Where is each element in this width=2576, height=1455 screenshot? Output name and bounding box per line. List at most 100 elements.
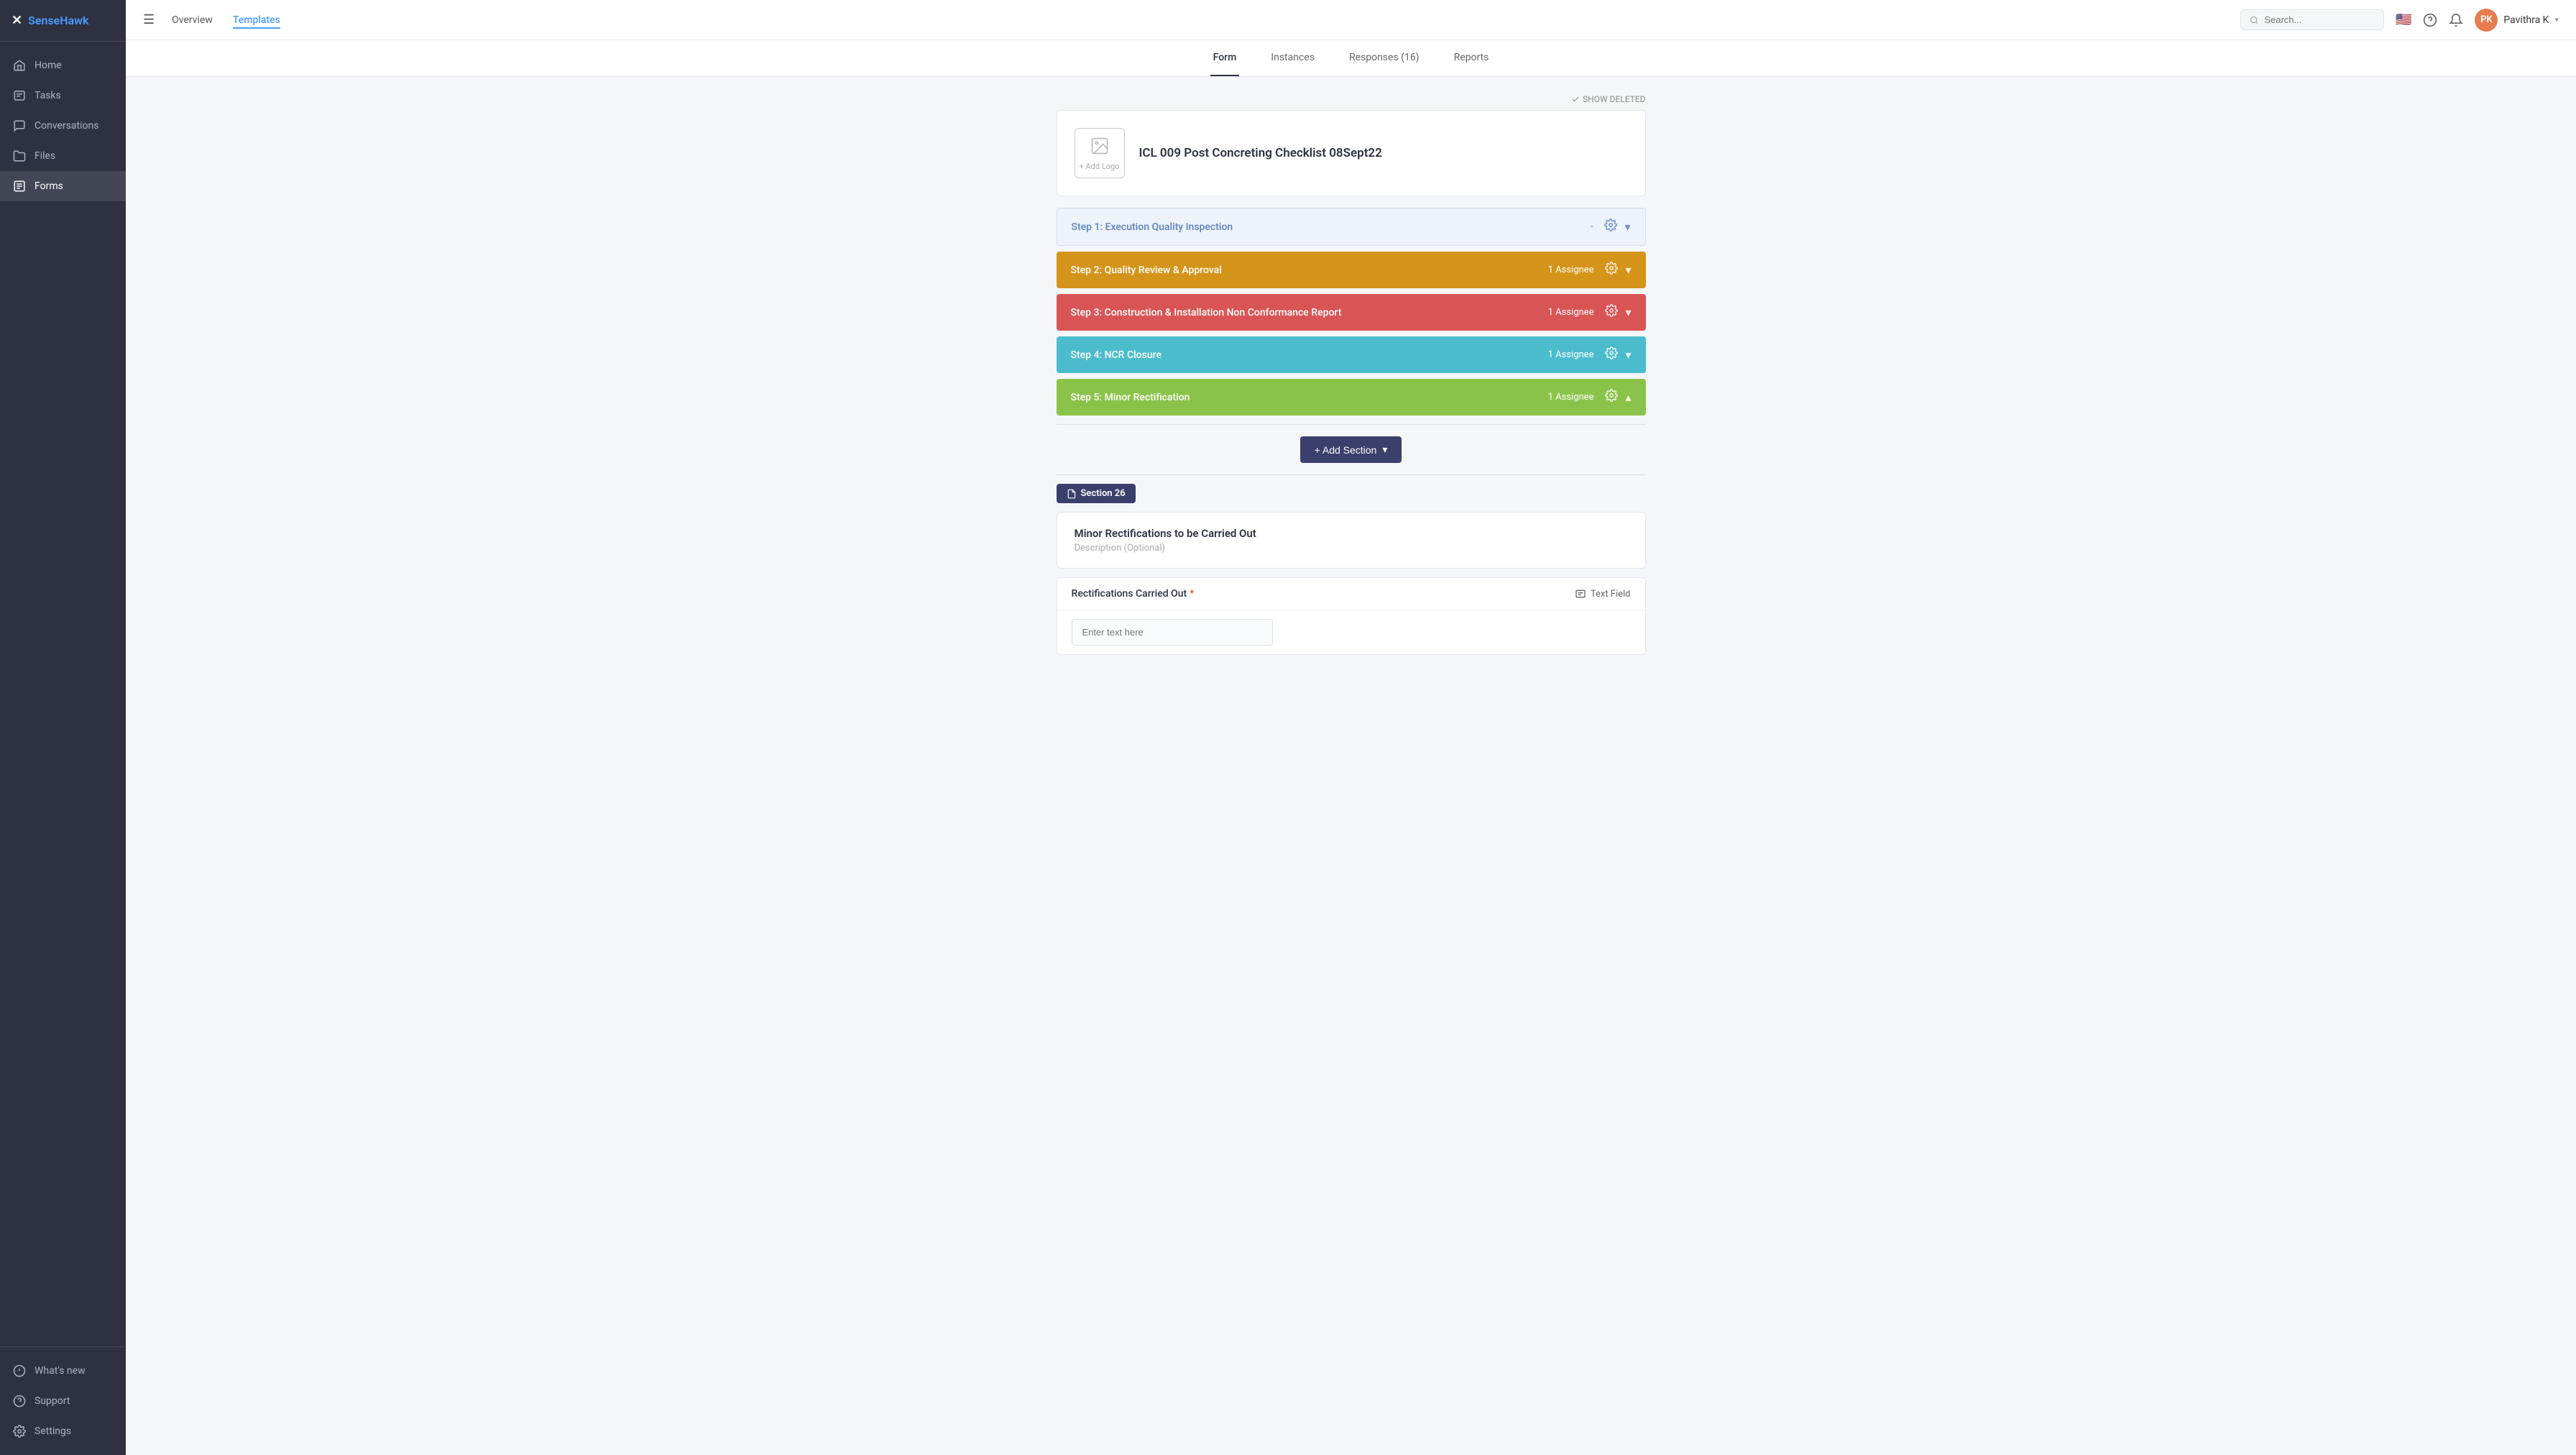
topbar-right: 🇺🇸 PK Pavithra K ▾ bbox=[2240, 9, 2559, 32]
field-header-1: Rectifications Carried Out* Text Field bbox=[1057, 578, 1645, 610]
section-header: Section 26 bbox=[1057, 484, 1646, 503]
logo-text: SenseHawk bbox=[28, 14, 88, 27]
whats-new-icon bbox=[13, 1364, 26, 1377]
step3-actions: ▾ bbox=[1605, 304, 1631, 321]
show-deleted-bar: SHOW DELETED bbox=[1057, 94, 1646, 104]
main-content: ☰ Overview Templates 🇺🇸 PK Pavithra K ▾ … bbox=[126, 0, 2576, 1455]
search-icon bbox=[2250, 15, 2258, 25]
sidebar-item-conversations[interactable]: Conversations bbox=[0, 111, 126, 141]
sidebar-bottom: What's new Support Settings bbox=[0, 1346, 126, 1455]
topbar: ☰ Overview Templates 🇺🇸 PK Pavithra K ▾ bbox=[126, 0, 2576, 40]
logo-placeholder[interactable]: + Add Logo bbox=[1075, 128, 1125, 178]
step1-expand-button[interactable]: ▾ bbox=[1624, 220, 1630, 234]
step2-settings-button[interactable] bbox=[1605, 262, 1618, 278]
step2-assignee: 1 Assignee bbox=[1548, 265, 1594, 275]
step2-label: Step 2: Quality Review & Approval bbox=[1071, 265, 1548, 276]
step3-expand-button[interactable]: ▾ bbox=[1625, 306, 1631, 320]
form-title: ICL 009 Post Concreting Checklist 08Sept… bbox=[1139, 146, 1382, 160]
tab-reports[interactable]: Reports bbox=[1451, 40, 1492, 76]
section-badge[interactable]: Section 26 bbox=[1057, 484, 1136, 503]
menu-icon[interactable]: ☰ bbox=[143, 12, 155, 27]
add-section-button[interactable]: + Add Section ▾ bbox=[1300, 436, 1402, 463]
files-icon bbox=[13, 150, 26, 162]
conversations-icon bbox=[13, 119, 26, 132]
tab-form[interactable]: Form bbox=[1210, 40, 1240, 76]
add-section-bar: + Add Section ▾ bbox=[1057, 424, 1646, 475]
section-description: Description (Optional) bbox=[1075, 543, 1628, 554]
sidebar-item-tasks[interactable]: Tasks bbox=[0, 81, 126, 111]
step2-actions: ▾ bbox=[1605, 262, 1631, 278]
step2-expand-button[interactable]: ▾ bbox=[1625, 263, 1631, 277]
sidebar-item-whats-new[interactable]: What's new bbox=[0, 1356, 126, 1386]
tab-overview[interactable]: Overview bbox=[172, 12, 213, 29]
step1-label: Step 1: Execution Quality Inspection bbox=[1072, 221, 1591, 233]
user-badge[interactable]: PK Pavithra K ▾ bbox=[2475, 9, 2559, 32]
sidebar-item-files[interactable]: Files bbox=[0, 141, 126, 171]
step5-assignee: 1 Assignee bbox=[1548, 392, 1594, 403]
required-indicator: * bbox=[1190, 588, 1194, 600]
sidebar-item-home[interactable]: Home bbox=[0, 50, 126, 81]
text-field-icon bbox=[1575, 588, 1586, 600]
user-name: Pavithra K bbox=[2503, 14, 2549, 26]
field-input-area-1 bbox=[1057, 610, 1645, 654]
step1-actions: ▾ bbox=[1604, 219, 1630, 235]
show-deleted-button[interactable]: SHOW DELETED bbox=[1571, 94, 1646, 104]
step4-assignee: 1 Assignee bbox=[1548, 349, 1594, 360]
user-chevron: ▾ bbox=[2554, 15, 2559, 24]
search-input[interactable] bbox=[2264, 14, 2375, 25]
section-card-title: Minor Rectifications to be Carried Out D… bbox=[1057, 512, 1646, 569]
forms-icon bbox=[13, 180, 26, 193]
step4-expand-button[interactable]: ▾ bbox=[1625, 348, 1631, 362]
sidebar-item-settings[interactable]: Settings bbox=[0, 1416, 126, 1446]
step-row-2[interactable]: Step 2: Quality Review & Approval 1 Assi… bbox=[1057, 252, 1646, 288]
form-header-card: + Add Logo ICL 009 Post Concreting Check… bbox=[1057, 110, 1646, 196]
image-icon bbox=[1090, 136, 1110, 156]
logo-icon: ✕ bbox=[12, 13, 22, 28]
step3-label: Step 3: Construction & Installation Non … bbox=[1071, 307, 1548, 318]
tab-responses[interactable]: Responses (16) bbox=[1346, 40, 1422, 76]
field-row-1: Rectifications Carried Out* Text Field bbox=[1057, 577, 1646, 655]
step5-collapse-button[interactable]: ▴ bbox=[1625, 390, 1631, 405]
step5-label: Step 5: Minor Rectification bbox=[1071, 392, 1548, 403]
sidebar: ✕ SenseHawk Home Tasks Conversations Fil… bbox=[0, 0, 126, 1455]
sidebar-item-support[interactable]: Support bbox=[0, 1386, 126, 1416]
field-name-1: Rectifications Carried Out* bbox=[1072, 588, 1575, 600]
tab-bar: Form Instances Responses (16) Reports bbox=[126, 40, 2576, 77]
section-doc-icon bbox=[1067, 489, 1077, 499]
step5-actions: ▴ bbox=[1605, 389, 1631, 405]
tasks-icon bbox=[13, 89, 26, 102]
flag-icon: 🇺🇸 bbox=[2396, 12, 2411, 27]
section-card-body: Minor Rectifications to be Carried Out D… bbox=[1057, 513, 1645, 568]
tab-instances[interactable]: Instances bbox=[1268, 40, 1317, 76]
home-icon bbox=[13, 59, 26, 72]
help-icon[interactable] bbox=[2423, 13, 2437, 27]
settings-icon bbox=[13, 1425, 26, 1438]
content-area: Form Instances Responses (16) Reports SH… bbox=[126, 40, 2576, 1455]
page-body: SHOW DELETED + Add Logo ICL 009 Post Con… bbox=[1028, 77, 1675, 679]
step-row-3[interactable]: Step 3: Construction & Installation Non … bbox=[1057, 294, 1646, 331]
step-row-4[interactable]: Step 4: NCR Closure 1 Assignee ▾ bbox=[1057, 336, 1646, 373]
bell-icon[interactable] bbox=[2449, 13, 2463, 27]
step-row-5[interactable]: Step 5: Minor Rectification 1 Assignee ▴ bbox=[1057, 379, 1646, 416]
step1-settings-button[interactable] bbox=[1604, 219, 1617, 235]
step1-dash: - bbox=[1591, 221, 1593, 232]
support-icon bbox=[13, 1395, 26, 1408]
step4-settings-button[interactable] bbox=[1605, 346, 1618, 363]
step4-label: Step 4: NCR Closure bbox=[1071, 349, 1548, 361]
field-type-1: Text Field bbox=[1575, 588, 1631, 600]
section-title: Minor Rectifications to be Carried Out bbox=[1075, 527, 1628, 540]
sidebar-item-forms[interactable]: Forms bbox=[0, 171, 126, 201]
step3-assignee: 1 Assignee bbox=[1548, 307, 1594, 318]
search-box[interactable] bbox=[2240, 9, 2384, 30]
avatar: PK bbox=[2475, 9, 2498, 32]
sidebar-nav: Home Tasks Conversations Files Forms bbox=[0, 42, 126, 1346]
field-text-input-1[interactable] bbox=[1072, 619, 1273, 646]
topbar-nav-tabs: Overview Templates bbox=[172, 12, 280, 29]
tab-templates[interactable]: Templates bbox=[233, 12, 280, 29]
step-row-1[interactable]: Step 1: Execution Quality Inspection - ▾ bbox=[1057, 208, 1646, 246]
step4-actions: ▾ bbox=[1605, 346, 1631, 363]
checkmark-icon bbox=[1571, 95, 1580, 104]
step5-settings-button[interactable] bbox=[1605, 389, 1618, 405]
logo: ✕ SenseHawk bbox=[0, 0, 126, 42]
step3-settings-button[interactable] bbox=[1605, 304, 1618, 321]
